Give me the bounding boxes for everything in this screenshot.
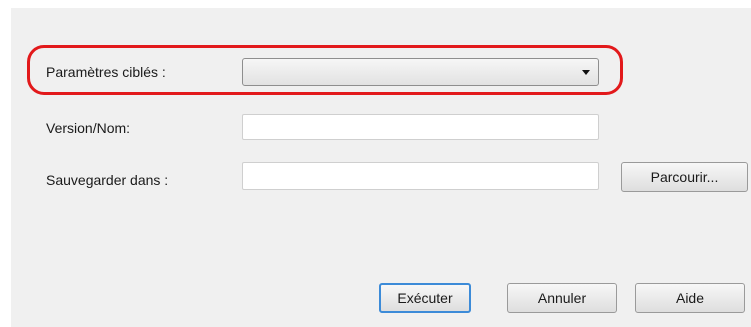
help-button[interactable]: Aide <box>635 283 745 313</box>
target-settings-label: Paramètres ciblés : <box>46 64 166 80</box>
cancel-button[interactable]: Annuler <box>507 283 617 313</box>
dialog-panel: Paramètres ciblés : Version/Nom: Sauvega… <box>11 8 751 327</box>
execute-button[interactable]: Exécuter <box>379 283 471 313</box>
browse-button[interactable]: Parcourir... <box>621 162 748 192</box>
target-settings-dropdown[interactable] <box>242 58 599 86</box>
chevron-down-icon <box>582 70 590 75</box>
version-name-input[interactable] <box>242 114 599 140</box>
save-in-label: Sauvegarder dans : <box>46 172 169 188</box>
version-name-label: Version/Nom: <box>46 120 131 136</box>
save-in-input[interactable] <box>242 162 599 190</box>
